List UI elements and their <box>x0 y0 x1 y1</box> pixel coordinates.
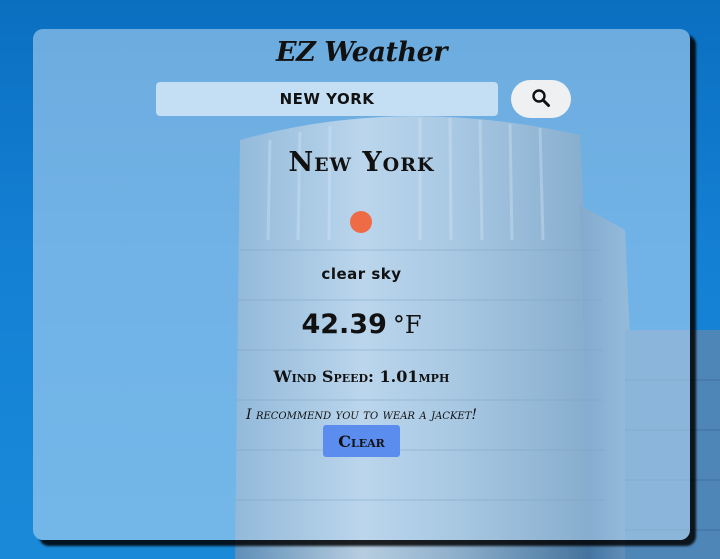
app-title: EZ Weather <box>276 37 448 68</box>
city-search-input[interactable] <box>156 82 498 116</box>
search-button[interactable] <box>511 80 571 118</box>
temperature: 42.39 °F <box>33 309 690 340</box>
search-icon <box>531 88 551 111</box>
weather-card: EZ Weather New York clear sky 42.39°F Wi… <box>33 29 690 540</box>
weather-icon <box>350 211 372 233</box>
clear-button[interactable]: Clear <box>323 425 400 457</box>
temperature-unit: °F <box>392 311 422 339</box>
weather-description: clear sky <box>321 265 402 283</box>
city-name: New York <box>288 147 435 178</box>
clothing-recommendation: I recommend you to wear a jacket! <box>245 407 478 423</box>
wind-speed: Wind Speed: 1.01mph <box>273 367 450 386</box>
temperature-value: 42.39 <box>301 309 387 340</box>
